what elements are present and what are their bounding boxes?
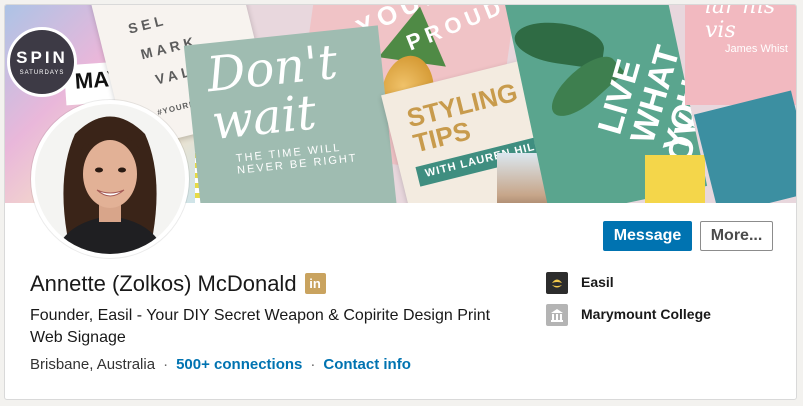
message-button[interactable]: Message xyxy=(603,221,692,251)
linkedin-premium-icon[interactable]: in xyxy=(304,273,326,294)
banner-dont-wait-text: Don't wait xyxy=(204,33,341,152)
profile-location: Brisbane, Australia xyxy=(30,356,156,373)
more-actions-button[interactable]: More... xyxy=(700,221,773,251)
banner-tile-dont-wait: Don't wait THE TIME WILL NEVER BE RIGHT xyxy=(183,25,398,203)
org-name: Easil xyxy=(581,274,614,290)
org-name: Marymount College xyxy=(581,306,711,322)
spin-badge-title: SPIN xyxy=(16,48,68,67)
profile-card: MAY SEL MARK VALUE #YOURHASHTAGHERE YOUR… xyxy=(4,4,797,400)
spin-badge-sub: SATURDAYS xyxy=(19,70,65,76)
banner-word-sel: SEL xyxy=(126,11,169,37)
banner-quote-text: lar his vis xyxy=(705,5,776,43)
contact-info-link[interactable]: Contact info xyxy=(323,356,411,373)
banner-tile-quote: lar his vis James Whist xyxy=(685,5,796,105)
profile-name-row: Annette (Zolkos) McDonald in xyxy=(30,270,326,298)
banner-tile-teal xyxy=(693,90,796,203)
meta-separator: · xyxy=(310,356,316,373)
avatar-photo xyxy=(35,104,185,254)
profile-meta: Brisbane, Australia · 500+ connections · Con… xyxy=(30,355,411,375)
school-icon xyxy=(546,304,568,326)
meta-separator: · xyxy=(163,356,169,373)
banner-author-text: James Whist xyxy=(725,43,788,55)
profile-headline: Founder, Easil - Your DIY Secret Weapon … xyxy=(30,307,491,346)
banner-tile-yellow xyxy=(645,155,705,203)
easil-logo-icon xyxy=(546,272,568,294)
spin-badge: SPIN SATURDAYS xyxy=(7,27,77,97)
connections-link[interactable]: 500+ connections xyxy=(176,356,302,373)
profile-avatar[interactable] xyxy=(31,100,189,258)
profile-name: Annette (Zolkos) McDonald xyxy=(30,271,297,296)
